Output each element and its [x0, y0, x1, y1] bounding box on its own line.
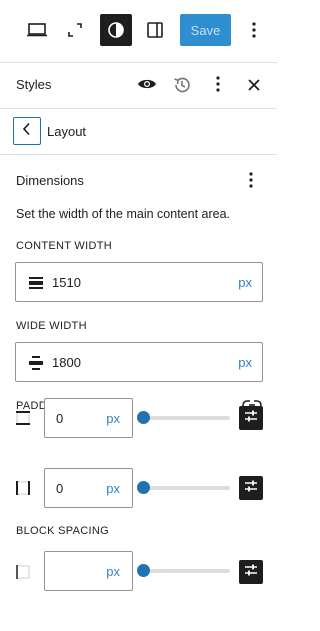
- fullscreen-icon: [67, 22, 83, 38]
- dimensions-title: Dimensions: [16, 173, 84, 188]
- settings-sidebar-button[interactable]: [139, 14, 171, 46]
- chevron-left-icon: [22, 122, 32, 141]
- padding-vertical-settings-button[interactable]: [239, 406, 263, 430]
- sliders-icon: [244, 409, 258, 428]
- back-button[interactable]: [13, 117, 41, 145]
- padding-horizontal-input[interactable]: 0 px: [44, 468, 133, 508]
- content-width-value: 1510: [52, 275, 81, 290]
- block-spacing-unit[interactable]: px: [106, 564, 120, 579]
- contrast-icon: [107, 21, 125, 39]
- dimensions-description: Set the width of the main content area.: [16, 207, 231, 221]
- slider-track: [140, 569, 230, 573]
- padding-horizontal-icon: [15, 480, 31, 496]
- save-button[interactable]: Save: [180, 14, 231, 46]
- content-width-icon: [28, 275, 44, 291]
- padding-vertical-input[interactable]: 0 px: [44, 398, 133, 438]
- slider-thumb[interactable]: [137, 564, 150, 577]
- wide-width-label: WIDE WIDTH: [16, 320, 87, 332]
- laptop-icon: [26, 22, 48, 38]
- more-vertical-icon[interactable]: [215, 76, 221, 92]
- options-button[interactable]: [238, 14, 270, 46]
- content-width-input[interactable]: 1510 px: [15, 262, 263, 302]
- wide-width-icon: [28, 355, 44, 371]
- block-spacing-icon: [15, 564, 31, 580]
- padding-horizontal-value: 0: [56, 481, 64, 496]
- padding-vertical-icon: [15, 410, 31, 426]
- padding-vertical-value: 0: [56, 411, 64, 426]
- history-icon[interactable]: [172, 75, 192, 95]
- padding-vertical-slider[interactable]: [137, 411, 230, 425]
- wide-width-value: 1800: [52, 355, 81, 370]
- divider: [0, 154, 277, 155]
- slider-track: [140, 486, 230, 490]
- wide-width-unit[interactable]: px: [238, 355, 252, 370]
- panel-title: Styles: [16, 77, 52, 92]
- divider: [0, 62, 277, 63]
- block-spacing-input[interactable]: px: [44, 551, 133, 591]
- more-vertical-icon: [252, 22, 256, 38]
- padding-horizontal-unit[interactable]: px: [106, 481, 120, 496]
- block-spacing-label: BLOCK SPACING: [16, 525, 109, 537]
- divider: [0, 108, 277, 109]
- device-preview-button[interactable]: [21, 14, 53, 46]
- content-width-unit[interactable]: px: [238, 275, 252, 290]
- editor-toolbar: Save: [0, 0, 277, 62]
- block-spacing-slider[interactable]: [137, 564, 230, 578]
- padding-vertical-unit[interactable]: px: [106, 411, 120, 426]
- more-vertical-icon[interactable]: [247, 172, 255, 188]
- slider-thumb[interactable]: [137, 411, 150, 424]
- content-width-label: CONTENT WIDTH: [16, 240, 112, 252]
- sliders-icon: [244, 479, 258, 498]
- wide-width-input[interactable]: 1800 px: [15, 342, 263, 382]
- sliders-icon: [244, 563, 258, 582]
- layout-title: Layout: [47, 124, 87, 139]
- slider-thumb[interactable]: [137, 481, 150, 494]
- styles-toggle-button[interactable]: [100, 14, 132, 46]
- eye-icon[interactable]: [136, 76, 158, 92]
- padding-horizontal-settings-button[interactable]: [239, 476, 263, 500]
- padding-horizontal-slider[interactable]: [137, 481, 230, 495]
- fullscreen-button[interactable]: [59, 14, 91, 46]
- slider-track: [140, 416, 230, 420]
- close-icon[interactable]: [247, 78, 261, 92]
- block-spacing-settings-button[interactable]: [239, 560, 263, 584]
- sidebar-icon: [146, 21, 164, 39]
